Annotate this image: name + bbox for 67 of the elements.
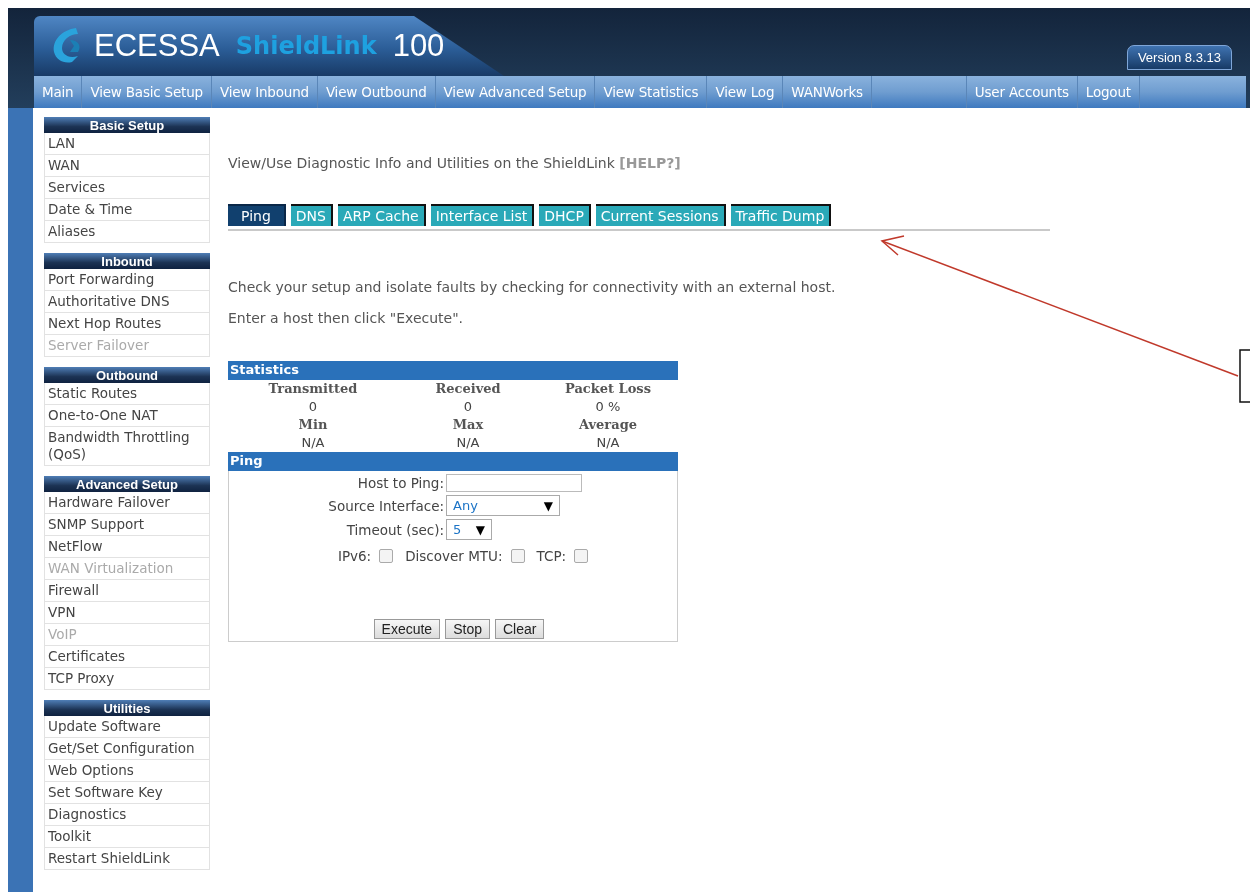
sidebar-item[interactable]: Static Routes <box>44 383 210 405</box>
stat-value: 0 % <box>595 398 621 416</box>
sidebar-heading: Advanced Setup <box>44 476 210 492</box>
sidebar-item[interactable]: NetFlow <box>44 536 210 558</box>
stat-value: 0 <box>308 398 318 416</box>
page-title: View/Use Diagnostic Info and Utilities on the ShieldLink [HELP?] <box>228 155 681 171</box>
sidebar-heading: Basic Setup <box>44 117 210 133</box>
field-label: Timeout (sec): <box>346 521 445 538</box>
sidebar-item[interactable]: Aliases <box>44 221 210 243</box>
stat-label: Received <box>435 380 501 398</box>
action-button[interactable]: Execute <box>373 619 441 639</box>
checkbox-label: TCP: <box>536 548 567 564</box>
sidebar-item[interactable]: Restart ShieldLink <box>44 848 210 870</box>
sidebar-item[interactable]: Certificates <box>44 646 210 668</box>
panel-header: Ping <box>228 452 678 471</box>
sidebar-item[interactable]: Toolkit <box>44 826 210 848</box>
source-select[interactable]: Any ▼ <box>446 495 560 516</box>
tab[interactable]: Ping <box>228 204 286 226</box>
stat-value: N/A <box>456 434 480 452</box>
stat-value: N/A <box>301 434 325 452</box>
host-input[interactable] <box>446 474 582 492</box>
product-name: ShieldLink <box>235 32 377 60</box>
stat-label: Average <box>579 416 637 434</box>
sidebar-heading: Utilities <box>44 700 210 716</box>
sidebar-item[interactable]: Date & Time <box>44 199 210 221</box>
checkbox[interactable] <box>379 549 394 563</box>
sidebar-item[interactable]: Services <box>44 177 210 199</box>
intro-text: Check your setup and isolate faults by checking for connectivity with an external host. <box>228 279 836 295</box>
checkbox-label: IPv6: <box>337 548 372 564</box>
sidebar-item[interactable]: Port Forwarding <box>44 269 210 291</box>
sidebar-item[interactable]: SNMP Support <box>44 514 210 536</box>
action-button[interactable]: Stop <box>445 619 490 639</box>
model-number: 100 <box>392 28 445 64</box>
stat-label: Packet Loss <box>565 380 651 398</box>
stat-label: Min <box>298 416 328 434</box>
sidebar-item[interactable]: Web Options <box>44 760 210 782</box>
timeout-select[interactable]: 5 ▼ <box>446 519 492 540</box>
stat-label: Max <box>452 416 484 434</box>
sidebar-item[interactable]: Hardware Failover <box>44 492 210 514</box>
stat-value: 0 <box>463 398 473 416</box>
sidebar-item[interactable]: Bandwidth Throttling (QoS) <box>44 427 210 466</box>
sidebar-item[interactable]: Firewall <box>44 580 210 602</box>
sidebar-item[interactable]: LAN <box>44 133 210 155</box>
stat-value: N/A <box>596 434 620 452</box>
sidebar-item[interactable]: One-to-One NAT <box>44 405 210 427</box>
panel-header: Statistics <box>228 361 678 380</box>
sidebar-item[interactable]: Get/Set Configuration <box>44 738 210 760</box>
sidebar-item[interactable]: TCP Proxy <box>44 668 210 690</box>
sidebar-item[interactable]: Diagnostics <box>44 804 210 826</box>
sidebar-item[interactable]: VPN <box>44 602 210 624</box>
version-badge: Version 8.3.13 <box>1126 45 1232 70</box>
field-label: Source Interface: <box>328 497 445 514</box>
checkbox-label: Discover MTU: <box>405 548 503 564</box>
sidebar-item[interactable]: WAN <box>44 155 210 177</box>
action-button[interactable]: Clear <box>494 619 545 639</box>
checkbox[interactable] <box>510 549 525 563</box>
sidebar-item[interactable]: Update Software <box>44 716 210 738</box>
sidebar-item[interactable]: Authoritative DNS <box>44 291 210 313</box>
brand-name: ECESSA <box>94 28 220 64</box>
sidebar-heading: Inbound <box>44 253 210 269</box>
sidebar-item[interactable]: Next Hop Routes <box>44 313 210 335</box>
field-label: Host to Ping: <box>357 475 445 491</box>
intro-text: Enter a host then click "Execute". <box>228 310 464 326</box>
sidebar-heading: Outbound <box>44 367 210 383</box>
stat-label: Transmitted <box>268 380 358 398</box>
checkbox[interactable] <box>574 549 589 563</box>
sidebar-item[interactable]: Set Software Key <box>44 782 210 804</box>
